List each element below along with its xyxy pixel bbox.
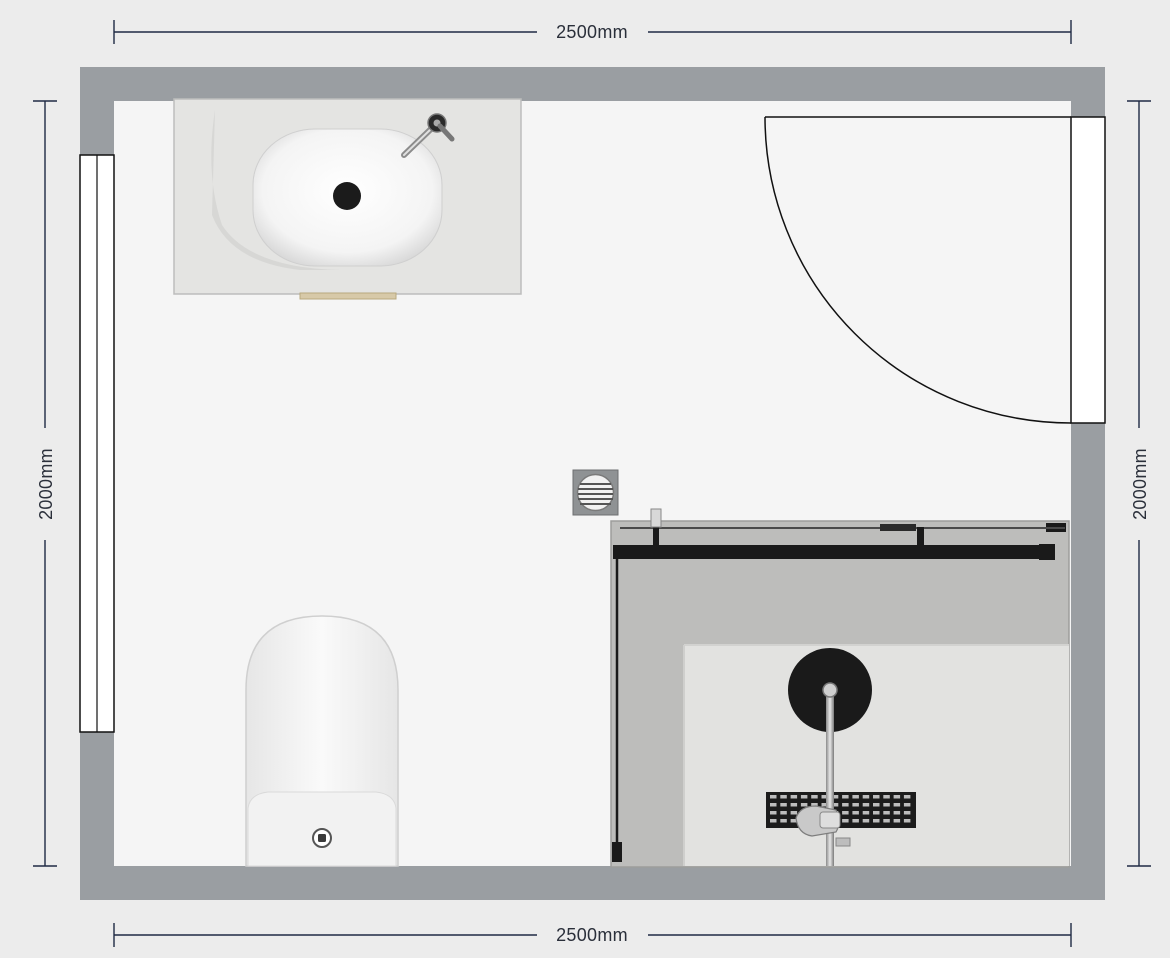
drain-slot — [780, 795, 787, 799]
drain-slot — [852, 795, 859, 799]
drain-slot — [873, 803, 880, 807]
drain-slot — [842, 819, 849, 823]
shower-handle[interactable] — [650, 508, 662, 528]
drain-slot — [811, 795, 818, 799]
drain-slot — [780, 803, 787, 807]
drain-slot — [883, 803, 890, 807]
vanity — [173, 98, 522, 300]
drain-slot — [790, 795, 798, 799]
drain-slot — [800, 803, 808, 807]
drain-slot — [770, 819, 777, 823]
drain-slot — [790, 811, 798, 815]
dimension-bottom-label: 2500mm — [556, 925, 628, 945]
drain-slot — [893, 803, 901, 807]
drain-slot — [862, 795, 870, 799]
drain-slot — [852, 803, 859, 807]
drain-slot — [780, 819, 787, 823]
shower-arm — [826, 690, 834, 866]
drain-slot — [770, 803, 777, 807]
floor-waste-icon — [572, 469, 619, 516]
drain-slot — [862, 811, 870, 815]
drain-slot — [842, 811, 849, 815]
shower-drain-grate — [766, 792, 916, 828]
drain-slot — [852, 819, 859, 823]
vanity-handle — [299, 292, 397, 300]
dimension-right-label: 2000mm — [1130, 448, 1150, 520]
drain-slot — [790, 803, 798, 807]
drain-slot — [883, 795, 890, 799]
toilet — [245, 615, 399, 867]
shower — [610, 508, 1070, 868]
drain-slot — [800, 795, 808, 799]
drain-slot — [842, 803, 849, 807]
drain-slot — [883, 819, 890, 823]
drain-slot — [903, 819, 911, 823]
basin-drain-icon — [333, 182, 361, 210]
drain-slot — [873, 795, 880, 799]
drain-slot — [780, 811, 787, 815]
window — [79, 154, 115, 733]
drain-slot — [873, 811, 880, 815]
drain-slot — [862, 803, 870, 807]
dimension-left-label: 2000mm — [36, 448, 56, 520]
drain-slot — [893, 819, 901, 823]
drain-slot — [893, 795, 901, 799]
drain-slot — [893, 811, 901, 815]
drain-slot — [770, 795, 777, 799]
drain-slot — [852, 811, 859, 815]
drain-slot — [903, 803, 911, 807]
drain-slot — [842, 795, 849, 799]
drain-slot — [903, 811, 911, 815]
shower-floor — [684, 645, 1069, 866]
drain-slot — [883, 811, 890, 815]
door-opening — [1070, 116, 1106, 424]
drain-slot — [770, 811, 777, 815]
dimension-top-label: 2500mm — [556, 22, 628, 42]
drain-slot — [862, 819, 870, 823]
bathroom-floor-plan: 2500mm 2500mm 2000mm 2000mm — [33, 20, 1151, 947]
drain-slot — [903, 795, 911, 799]
drain-slot — [873, 819, 880, 823]
